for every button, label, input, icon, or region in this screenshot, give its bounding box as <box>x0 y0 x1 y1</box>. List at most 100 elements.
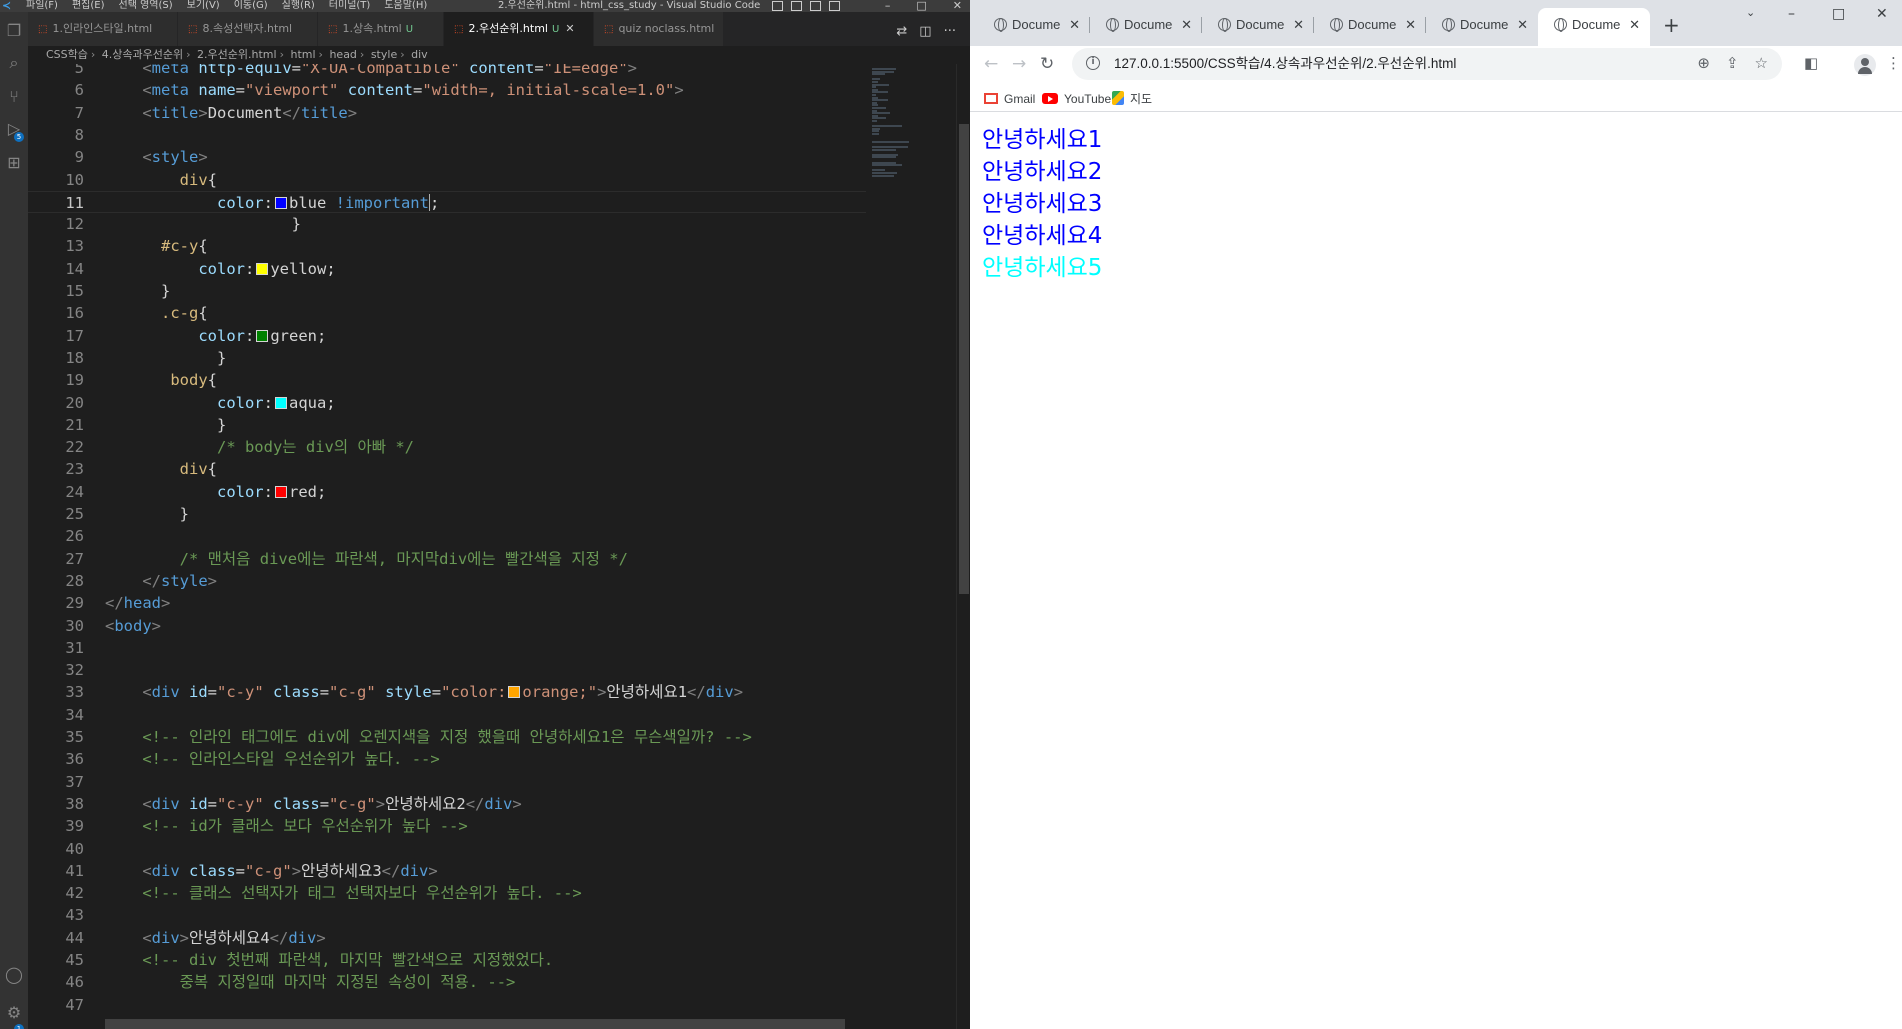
code-line[interactable]: 46 중복 지정일때 마지막 지정된 속성이 적용. --> <box>28 971 866 993</box>
minimize-icon[interactable]: – <box>1788 6 1795 22</box>
bookmark-gmail[interactable]: Gmail <box>984 90 1035 108</box>
code-line[interactable]: 16 .c-g{ <box>28 302 866 324</box>
code-line[interactable]: 29 </head> <box>28 592 866 614</box>
color-swatch-icon[interactable] <box>274 196 287 209</box>
code-line[interactable]: 8 <box>28 124 866 146</box>
browser-tab[interactable]: Docume ✕ <box>978 12 1090 38</box>
toggle-sidebar-icon[interactable] <box>772 1 783 11</box>
forward-arrow-icon[interactable]: → <box>1012 54 1026 74</box>
code-line[interactable]: 14 color: yellow; <box>28 258 866 280</box>
code-line[interactable]: 21 } <box>28 414 866 436</box>
code-line[interactable]: 10 div{ <box>28 169 866 191</box>
browser-tab[interactable]: Docume ✕ <box>1314 12 1426 38</box>
code-line[interactable]: 28 </style> <box>28 570 866 592</box>
browser-tab-active[interactable]: Docume ✕ <box>1538 8 1650 50</box>
breadcrumb-item[interactable]: div <box>411 48 428 61</box>
code-line[interactable]: 5 <meta http-equiv="X-UA-Compatible" con… <box>28 64 866 79</box>
editor-horizontal-scrollbar[interactable] <box>105 1019 845 1029</box>
breadcrumb-item[interactable]: head <box>329 48 356 61</box>
maximize-icon[interactable]: □ <box>916 0 926 12</box>
code-line[interactable]: 42 <!-- 클래스 선택자가 태그 선택자보다 우선순위가 높다. --> <box>28 882 866 904</box>
code-line[interactable]: 9 <style> <box>28 146 866 168</box>
tab-inheritance[interactable]: ⬚ 1.상속.html U <box>318 12 444 46</box>
breadcrumb-item[interactable]: html <box>290 48 315 61</box>
explorer-icon[interactable]: ❐ <box>3 20 25 42</box>
code-editor[interactable]: 5 <meta http-equiv="X-UA-Compatible" con… <box>28 64 866 1029</box>
tab-inline-style[interactable]: ⬚ 1.인라인스타일.html <box>28 12 178 46</box>
minimap[interactable] <box>866 64 956 1029</box>
share-icon[interactable]: ⇪ <box>1726 54 1739 72</box>
code-line[interactable]: 25 } <box>28 503 866 525</box>
code-line[interactable]: 36 <!-- 인라인스타일 우선순위가 높다. --> <box>28 748 866 770</box>
menu-selection[interactable]: 선택 영역(S) <box>119 0 173 12</box>
menu-help[interactable]: 도움말(H) <box>384 0 427 12</box>
reload-icon[interactable]: ↻ <box>1040 54 1054 74</box>
color-swatch-icon[interactable] <box>274 396 287 409</box>
tab-quiz-noclass[interactable]: ⬚ quiz noclass.html <box>594 12 724 46</box>
code-line[interactable]: 33 <div id="c-y" class="c-g" style="colo… <box>28 681 866 703</box>
source-control-icon[interactable]: ⑂ <box>3 86 25 108</box>
address-bar[interactable]: i 127.0.0.1:5500/CSS학습/4.상속과우선순위/2.우선순위.… <box>1072 48 1782 80</box>
code-line[interactable]: 15 } <box>28 280 866 302</box>
maximize-icon[interactable]: □ <box>1832 6 1845 22</box>
breadcrumb-item[interactable]: 4.상속과우선순위 <box>102 48 183 61</box>
side-panel-icon[interactable]: ◧ <box>1804 54 1818 72</box>
code-line[interactable]: 23 div{ <box>28 458 866 480</box>
browser-tab[interactable]: Docume ✕ <box>1202 12 1314 38</box>
run-debug-icon[interactable]: ▷ <box>3 118 25 140</box>
menu-file[interactable]: 파일(F) <box>26 0 58 12</box>
code-line[interactable]: 17 color: green; <box>28 325 866 347</box>
code-line[interactable]: 44 <div>안녕하세요4</div> <box>28 927 866 949</box>
code-line[interactable]: 35 <!-- 인라인 태그에도 div에 오렌지색을 지정 했을때 안녕하세요… <box>28 726 866 748</box>
code-line[interactable]: 34 <box>28 704 866 726</box>
menu-go[interactable]: 이동(G) <box>234 0 268 12</box>
bookmark-maps[interactable]: 지도 <box>1112 90 1152 108</box>
code-line[interactable]: 7 <title>Document</title> <box>28 102 866 124</box>
breadcrumb-item[interactable]: CSS학습 <box>46 48 88 61</box>
zoom-icon[interactable]: ⊕ <box>1697 54 1710 72</box>
code-line[interactable]: 20 color: aqua; <box>28 392 866 414</box>
browser-tab[interactable]: Docume ✕ <box>1426 12 1538 38</box>
open-changes-icon[interactable]: ⇄ <box>896 24 907 39</box>
code-line[interactable]: 11 color: blue !important; <box>28 190 866 214</box>
code-line[interactable]: 13 #c-y{ <box>28 235 866 257</box>
close-tab-icon[interactable]: ✕ <box>1293 12 1304 38</box>
chevron-down-icon[interactable]: ⌄ <box>1746 6 1755 19</box>
browser-tab[interactable]: Docume ✕ <box>1090 12 1202 38</box>
tab-priority[interactable]: ⬚ 2.우선순위.html U ✕ <box>444 12 594 46</box>
code-line[interactable]: 38 <div id="c-y" class="c-g">안녕하세요2</div… <box>28 793 866 815</box>
search-icon[interactable]: ⌕ <box>3 52 25 74</box>
close-tab-icon[interactable]: ✕ <box>1629 8 1640 42</box>
menu-run[interactable]: 실행(R) <box>282 0 315 12</box>
code-line[interactable]: 40 <box>28 838 866 860</box>
toggle-panel-icon[interactable] <box>791 1 802 11</box>
url-text[interactable]: 127.0.0.1:5500/CSS학습/4.상속과우선순위/2.우선순위.ht… <box>1114 48 1456 80</box>
color-swatch-icon[interactable] <box>274 485 287 498</box>
code-line[interactable]: 12 } <box>28 213 866 235</box>
profile-avatar-icon[interactable] <box>1854 54 1876 76</box>
code-line[interactable]: 39 <!-- id가 클래스 보다 우선순위가 높다 --> <box>28 815 866 837</box>
color-swatch-icon[interactable] <box>256 262 269 275</box>
more-actions-icon[interactable]: ··· <box>944 24 956 39</box>
close-tab-icon[interactable]: ✕ <box>1181 12 1192 38</box>
code-line[interactable]: 26 <box>28 525 866 547</box>
code-line[interactable]: 47 <box>28 994 866 1016</box>
split-editor-icon[interactable]: ◫ <box>919 24 931 39</box>
back-arrow-icon[interactable]: ← <box>984 54 998 74</box>
code-line[interactable]: 24 color: red; <box>28 481 866 503</box>
close-window-icon[interactable]: ✕ <box>953 0 962 12</box>
code-line[interactable]: 41 <div class="c-g">안녕하세요3</div> <box>28 860 866 882</box>
close-tab-icon[interactable]: ✕ <box>565 22 574 35</box>
settings-gear-icon[interactable]: ⚙ <box>3 1002 25 1024</box>
color-swatch-icon[interactable] <box>256 329 269 342</box>
tab-attribute-selector[interactable]: ⬚ 8.속성선택자.html <box>178 12 318 46</box>
color-swatch-icon[interactable] <box>508 686 521 699</box>
toggle-secondary-sidebar-icon[interactable] <box>810 1 821 11</box>
breadcrumb-item[interactable]: style <box>371 48 397 61</box>
close-tab-icon[interactable]: ✕ <box>1405 12 1416 38</box>
code-line[interactable]: 32 <box>28 659 866 681</box>
extensions-icon[interactable]: ⊞ <box>3 152 25 174</box>
more-menu-icon[interactable]: ⋮ <box>1886 54 1901 72</box>
minimize-icon[interactable]: – <box>885 0 891 12</box>
close-window-icon[interactable]: ✕ <box>1876 6 1888 22</box>
